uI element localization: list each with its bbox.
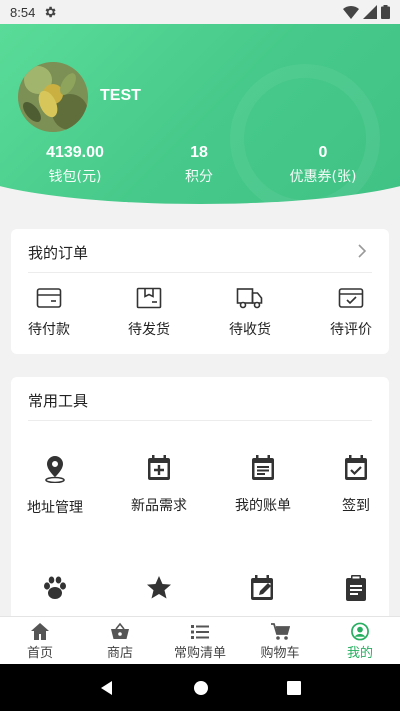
username: TEST <box>100 87 141 104</box>
bottom-nav: 首页 商店 常购清单 购物车 我的 <box>0 616 400 664</box>
calendar-check-icon <box>345 455 367 480</box>
profile-header: TEST 4139.00 钱包(元) 18 积分 0 优惠券(张) <box>0 24 400 204</box>
tool-calendar-edit[interactable] <box>218 575 308 601</box>
card-icon <box>36 288 62 308</box>
cart-icon <box>271 623 290 640</box>
order-pending-payment[interactable]: 待付款 <box>9 287 89 339</box>
coupons-value: 0 <box>318 144 328 161</box>
tool-clipboard[interactable] <box>311 575 400 601</box>
status-time: 8:54 <box>10 4 36 20</box>
avatar[interactable] <box>18 62 88 132</box>
order-pending-receipt[interactable]: 待收货 <box>210 287 290 339</box>
tab-home-label: 首页 <box>26 646 53 661</box>
tab-cart-label: 购物车 <box>260 646 300 661</box>
wallet-stat[interactable]: 4139.00 钱包(元) <box>15 144 135 186</box>
points-stat[interactable]: 18 积分 <box>139 144 259 186</box>
coupons-label: 优惠券(张) <box>289 169 357 185</box>
shop-basket-icon <box>111 622 129 639</box>
order-pending-shipment-label: 待发货 <box>128 322 170 338</box>
order-pending-review-label: 待评价 <box>330 322 372 338</box>
tool-address[interactable]: 地址管理 <box>10 455 100 517</box>
tool-my-bill[interactable]: 我的账单 <box>218 455 308 515</box>
tab-mine[interactable]: 我的 <box>320 617 400 664</box>
order-pending-receipt-label: 待收货 <box>229 322 271 338</box>
order-pending-shipment[interactable]: 待发货 <box>109 287 189 339</box>
list-icon <box>191 625 209 639</box>
order-pending-payment-label: 待付款 <box>28 322 70 338</box>
calendar-list-icon <box>252 455 274 480</box>
tool-check-in[interactable]: 签到 <box>311 455 400 515</box>
wallet-value: 4139.00 <box>46 144 104 161</box>
battery-icon <box>381 5 390 19</box>
orders-divider <box>28 272 372 273</box>
back-icon[interactable] <box>99 680 115 696</box>
tab-home[interactable]: 首页 <box>0 617 80 664</box>
tool-new-product[interactable]: 新品需求 <box>114 455 204 515</box>
signal-icon <box>363 5 377 19</box>
wifi-icon <box>343 6 359 19</box>
points-value: 18 <box>190 144 208 161</box>
settings-gear-icon <box>45 6 56 18</box>
wallet-label: 钱包(元) <box>48 169 102 185</box>
tool-check-in-label: 签到 <box>342 498 370 514</box>
tools-title: 常用工具 <box>28 392 89 410</box>
tab-cart[interactable]: 购物车 <box>240 617 320 664</box>
tab-frequent-list[interactable]: 常购清单 <box>160 617 240 664</box>
tool-address-label: 地址管理 <box>27 500 83 516</box>
tab-mine-label: 我的 <box>346 646 373 661</box>
orders-card: 我的订单 待付款 待发货 待收货 待评价 <box>11 229 389 354</box>
recents-icon[interactable] <box>287 680 301 695</box>
paw-icon <box>44 576 66 599</box>
calendar-plus-icon <box>148 455 170 480</box>
home-icon <box>31 623 49 640</box>
tab-frequent-list-label: 常购清单 <box>173 646 226 661</box>
box-icon <box>136 287 162 309</box>
review-icon <box>338 288 364 308</box>
location-icon <box>45 456 65 483</box>
clipboard-icon <box>346 575 366 601</box>
star-icon <box>147 576 171 599</box>
order-pending-review[interactable]: 待评价 <box>311 287 391 339</box>
truck-icon <box>236 288 263 309</box>
tab-shop[interactable]: 商店 <box>80 617 160 664</box>
user-circle-icon <box>351 622 369 641</box>
tool-new-product-label: 新品需求 <box>131 498 187 514</box>
tool-star[interactable] <box>114 575 204 601</box>
status-bar: 8:54 <box>0 0 400 24</box>
tool-my-bill-label: 我的账单 <box>235 498 291 514</box>
chevron-right-icon[interactable] <box>357 244 367 258</box>
orders-title: 我的订单 <box>28 244 89 262</box>
tools-divider <box>28 420 372 421</box>
home-circle-icon[interactable] <box>193 680 209 696</box>
points-label: 积分 <box>185 169 213 185</box>
calendar-edit-icon <box>251 575 273 600</box>
system-nav-bar <box>0 664 400 711</box>
tools-card: 常用工具 地址管理 新品需求 我的账单 签到 <box>11 377 389 627</box>
coupons-stat[interactable]: 0 优惠券(张) <box>263 144 383 186</box>
tab-shop-label: 商店 <box>106 646 133 661</box>
tool-paw[interactable] <box>10 575 100 601</box>
